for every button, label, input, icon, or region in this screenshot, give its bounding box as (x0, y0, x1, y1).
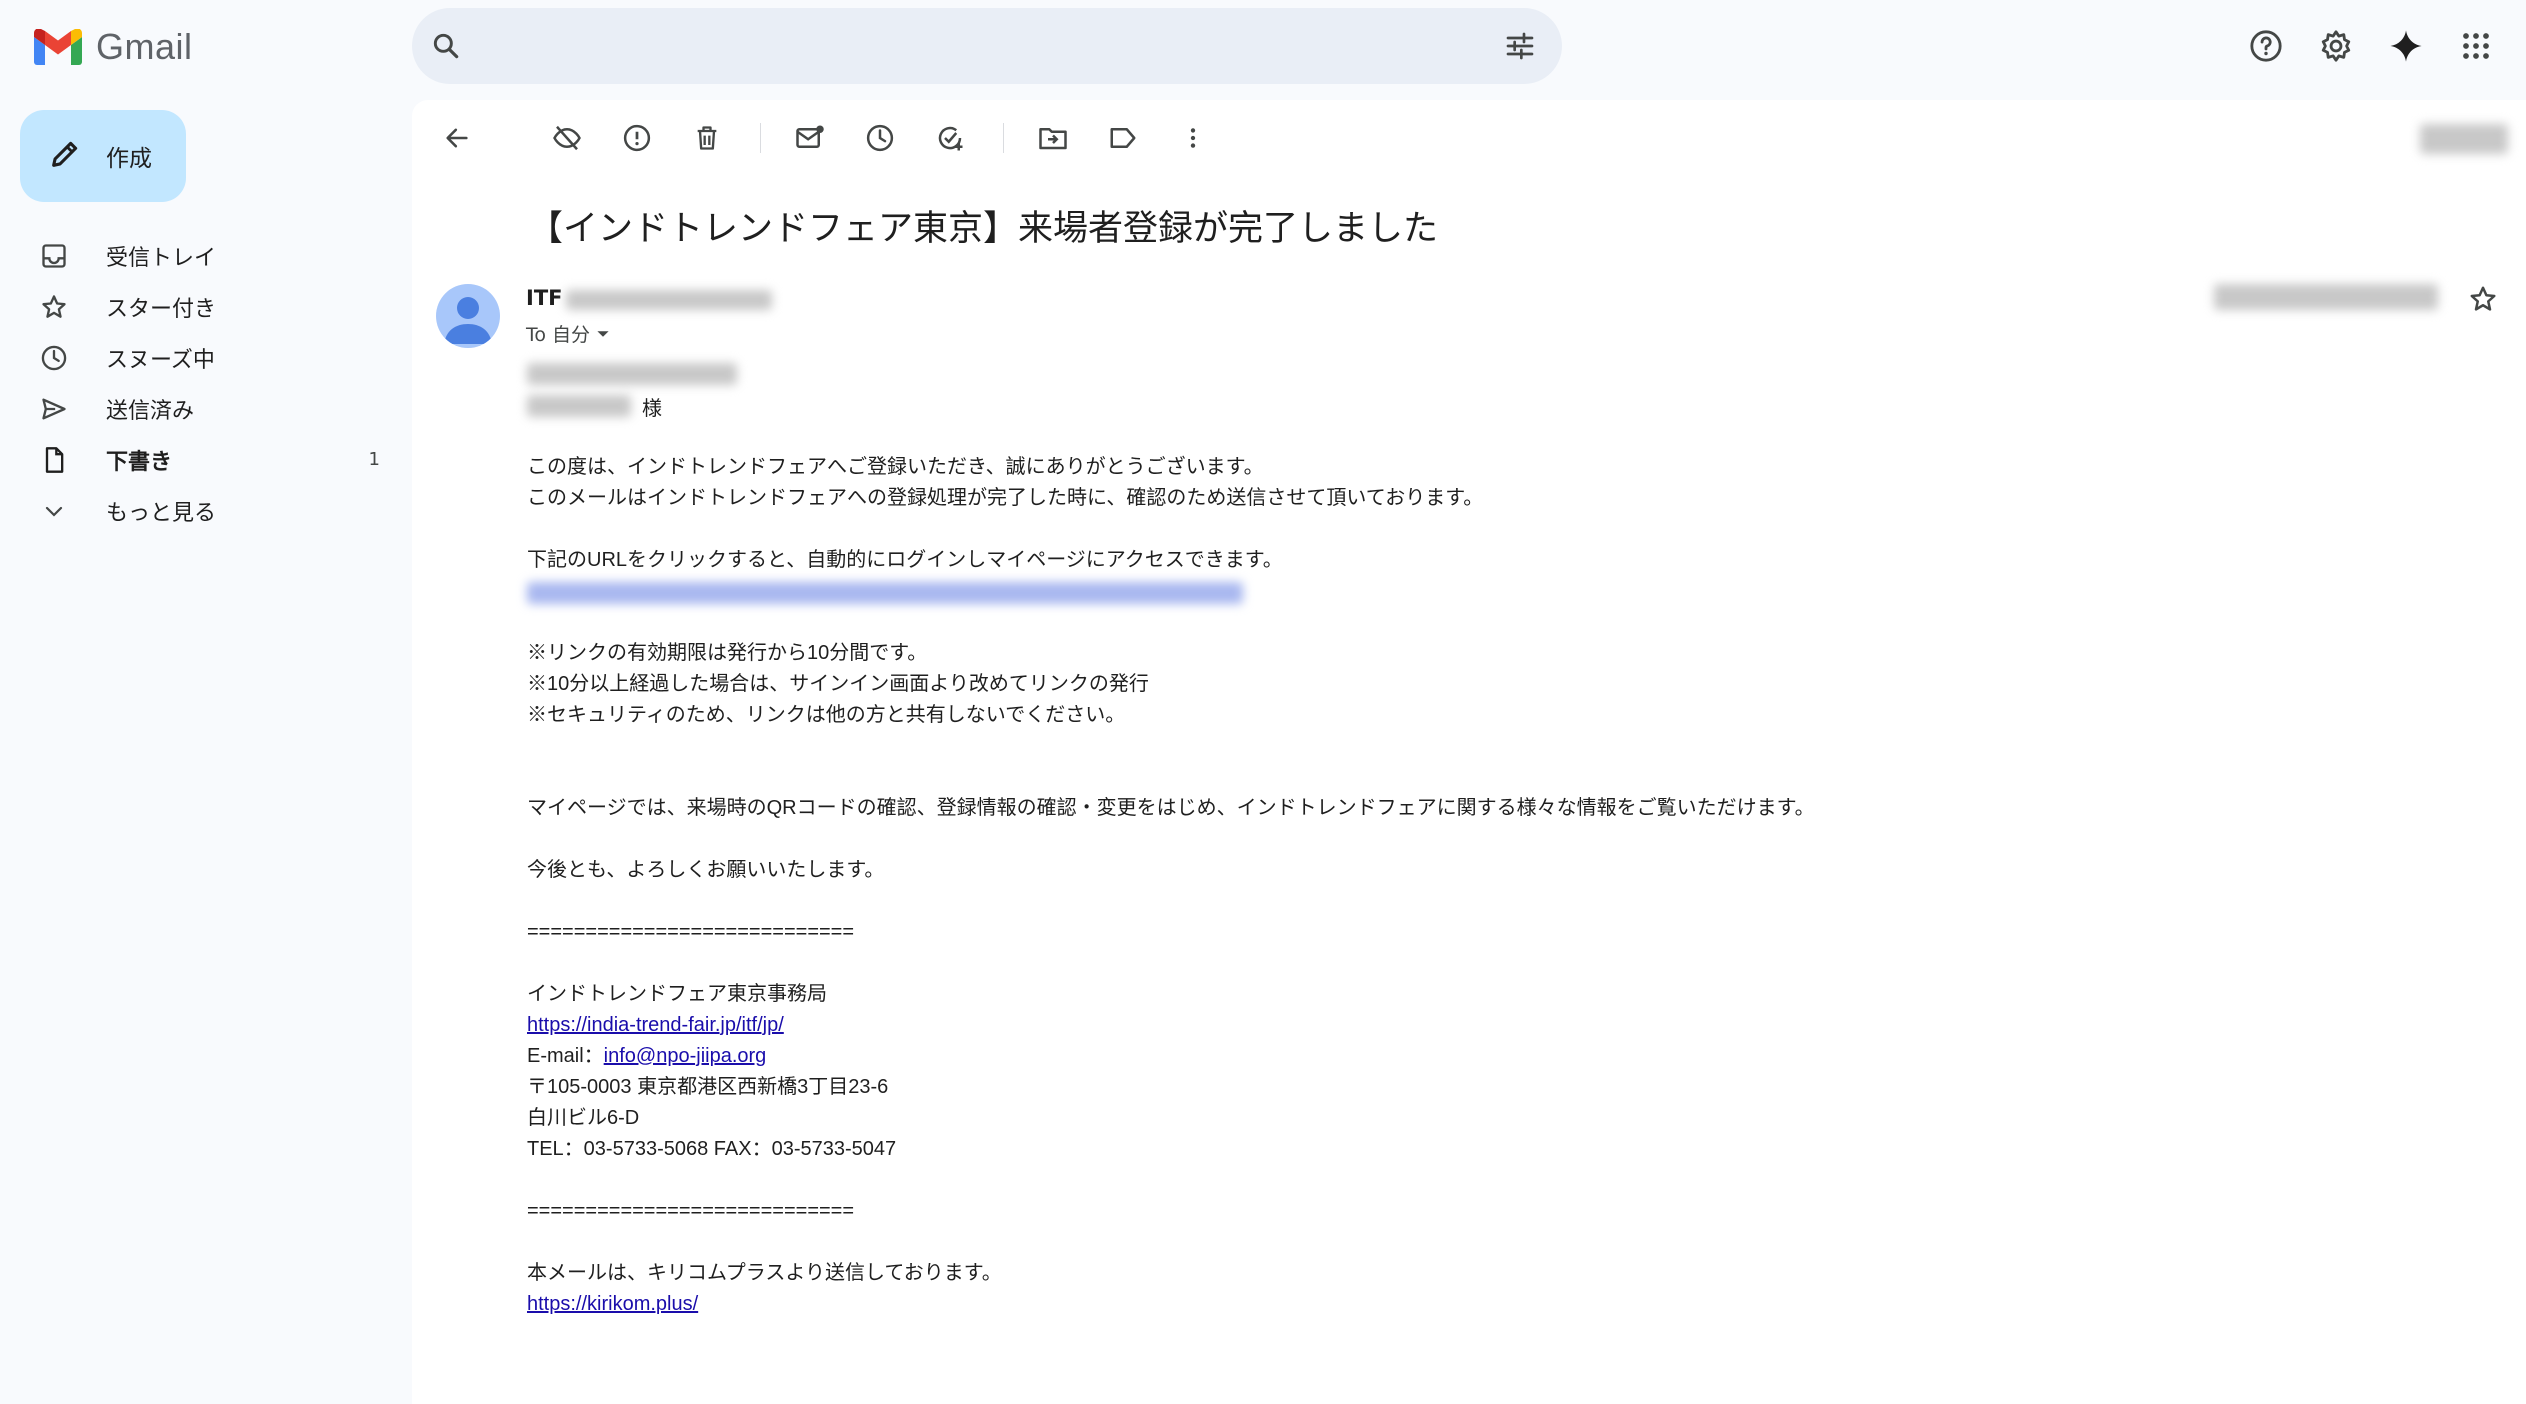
sidebar-item-label: 送信済み (106, 398, 195, 424)
move-to-folder-icon[interactable] (1034, 119, 1072, 157)
compose-label: 作成 (106, 146, 152, 172)
sender-address-redacted (566, 290, 772, 310)
help-icon[interactable] (2242, 20, 2290, 72)
login-url-redacted[interactable] (527, 576, 1815, 607)
app-name: Gmail (96, 26, 193, 67)
recipient-toggle[interactable]: To 自分 (526, 320, 610, 347)
compose-button[interactable]: 作成 (20, 110, 186, 202)
sidebar-item-starred[interactable]: スター付き (34, 281, 394, 332)
search-options-icon[interactable] (1504, 30, 1536, 66)
settings-icon[interactable] (2312, 20, 2360, 72)
send-icon (34, 389, 74, 429)
pagination-redacted (2420, 124, 2508, 154)
search-bar[interactable] (412, 8, 1562, 84)
gmail-m-icon (34, 29, 82, 65)
snooze-clock-icon[interactable] (861, 119, 899, 157)
add-task-icon[interactable] (931, 119, 969, 157)
pencil-icon (48, 137, 82, 175)
sidebar-item-inbox[interactable]: 受信トレイ (34, 230, 394, 281)
gemini-sparkle-icon[interactable] (2382, 20, 2430, 72)
note-line: ※セキュリティのため、リンクは他の方と共有しないでください。 (527, 704, 1126, 726)
sidebar-item-drafts[interactable]: 下書き 1 (34, 434, 394, 485)
email-label: E-mail： (527, 1045, 604, 1067)
back-arrow-icon[interactable] (438, 119, 476, 157)
email-subject: 【インドトレンドフェア東京】来場者登録が完了しました (528, 209, 1439, 248)
salutation-suffix: 様 (642, 398, 662, 420)
contact-email-link[interactable]: info@npo-jiipa.org (604, 1045, 767, 1067)
sidebar-item-label: もっと見る (106, 500, 217, 526)
body-paragraph: マイページでは、来場時のQRコードの確認、登録情報の確認・変更をはじめ、インドト… (527, 797, 1815, 819)
header-actions (2242, 20, 2500, 72)
more-vert-icon[interactable] (1174, 119, 1212, 157)
drafts-count: 1 (368, 449, 380, 470)
person-icon (444, 297, 492, 344)
body-paragraph: 今後とも、よろしくお願いいたします。 (527, 859, 885, 881)
body-paragraph: この度は、インドトレンドフェアへご登録いただき、誠にありがとうございます。 (527, 456, 1264, 478)
sidebar-item-label: 受信トレイ (106, 245, 217, 271)
no-tracking-icon[interactable] (548, 119, 586, 157)
toolbar-divider (760, 123, 761, 153)
gmail-logo[interactable]: Gmail (34, 24, 193, 70)
clock-icon (34, 338, 74, 378)
trash-icon[interactable] (688, 119, 726, 157)
body-paragraph: このメールはインドトレンドフェアへの登録処理が完了した時に、確認のため送信させて… (527, 487, 1484, 509)
label-icon[interactable] (1104, 119, 1142, 157)
recipient-label: To 自分 (526, 324, 591, 346)
recipient-name-redacted (527, 395, 631, 417)
signature-org: インドトレンドフェア東京事務局 (527, 983, 827, 1005)
mark-unread-icon[interactable] (791, 119, 829, 157)
note-line: ※リンクの有効期限は発行から10分間です。 (527, 642, 928, 664)
sidebar-nav: 受信トレイ スター付き スヌーズ中 送信済み 下書き 1 もっと見る (34, 230, 394, 536)
recipient-company-redacted (527, 363, 737, 385)
address-line: 〒105-0003 東京都港区西新橋3丁目23-6 (527, 1076, 889, 1098)
sidebar-item-more[interactable]: もっと見る (34, 485, 394, 536)
website-link[interactable]: https://india-trend-fair.jp/itf/jp/ (527, 1014, 784, 1036)
apps-grid-icon[interactable] (2452, 20, 2500, 72)
sidebar-item-snoozed[interactable]: スヌーズ中 (34, 332, 394, 383)
message-toolbar (438, 118, 1244, 158)
date-redacted (2214, 284, 2438, 310)
address-line: 白川ビル6-D (527, 1107, 640, 1129)
sender-name: ITF (526, 286, 563, 310)
draft-icon (34, 440, 74, 480)
caret-down-icon (597, 330, 609, 337)
footer-text: 本メールは、キリコムプラスより送信しております。 (527, 1262, 1002, 1284)
sidebar-item-label: スター付き (106, 296, 217, 322)
inbox-icon (34, 236, 74, 276)
sidebar-item-label: 下書き (106, 449, 173, 475)
star-toggle-icon[interactable] (2468, 284, 2498, 318)
kirikom-link[interactable]: https://kirikom.plus/ (527, 1293, 698, 1315)
chevron-down-icon (34, 491, 74, 531)
note-line: ※10分以上経過した場合は、サインイン画面より改めてリンクの発行 (527, 673, 1149, 695)
sidebar-item-label: スヌーズ中 (106, 347, 215, 373)
phone-line: TEL：03-5733-5068 FAX：03-5733-5047 (527, 1138, 897, 1160)
sidebar-item-sent[interactable]: 送信済み (34, 383, 394, 434)
report-spam-icon[interactable] (618, 119, 656, 157)
toolbar-divider (1003, 123, 1004, 153)
separator-line: ============================ (527, 921, 855, 943)
body-paragraph: 下記のURLをクリックすると、自動的にログインしマイページにアクセスできます。 (527, 549, 1283, 571)
star-icon (34, 287, 74, 327)
avatar[interactable] (436, 284, 500, 348)
separator-line: ============================ (527, 1200, 855, 1222)
email-body: この度は、インドトレンドフェアへご登録いただき、誠にありがとうございます。 この… (527, 452, 1815, 1320)
search-icon[interactable] (430, 30, 462, 66)
